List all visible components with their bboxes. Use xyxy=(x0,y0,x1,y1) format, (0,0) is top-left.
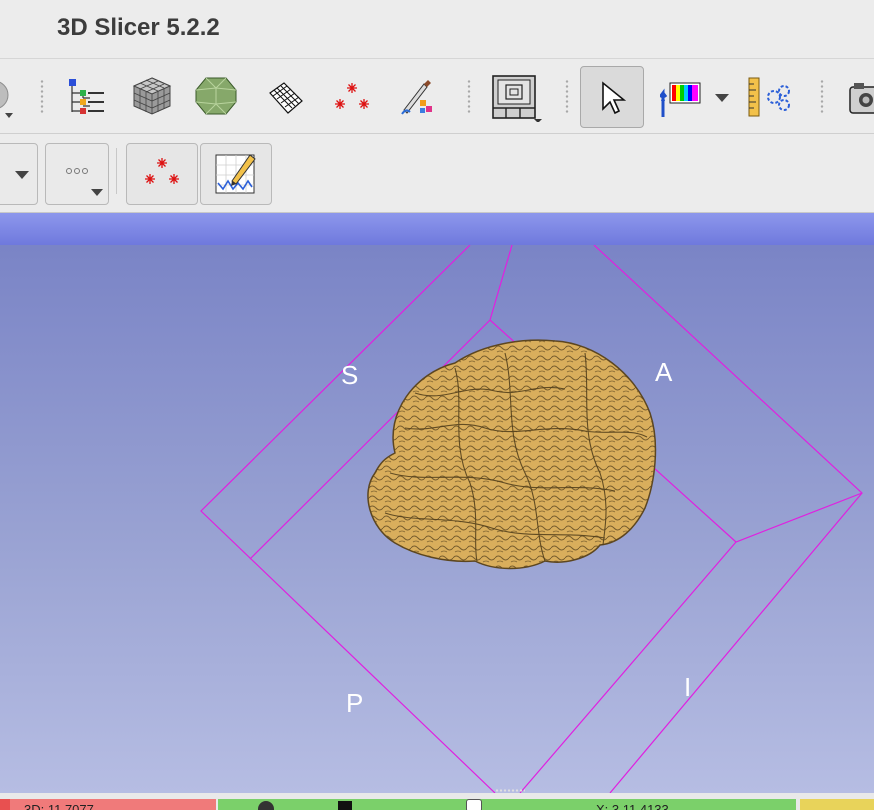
volumes-cube-icon[interactable] xyxy=(130,74,174,118)
window-title: 3D Slicer 5.2.2 xyxy=(57,14,220,41)
toolbar-grip[interactable] xyxy=(820,79,824,113)
data-tree-icon[interactable] xyxy=(66,76,108,118)
title-bar: 3D Slicer 5.2.2 xyxy=(0,0,874,59)
window-level-dropdown-icon[interactable] xyxy=(714,93,730,103)
partial-left-icon[interactable] xyxy=(0,75,16,125)
3d-view[interactable]: S A P I xyxy=(0,245,874,793)
main-toolbar xyxy=(0,59,874,134)
toolbar-grip[interactable] xyxy=(467,79,471,113)
orientation-label-posterior: P xyxy=(346,688,364,718)
markups-icon[interactable] xyxy=(330,79,374,117)
more-options-button[interactable] xyxy=(45,143,109,205)
screenshot-icon[interactable] xyxy=(848,79,874,119)
brain-model xyxy=(367,339,657,570)
mouse-mode-button[interactable] xyxy=(580,66,644,128)
module-selector-dropdown[interactable] xyxy=(0,143,38,205)
secondary-toolbar xyxy=(0,134,874,213)
status-segment-yellow xyxy=(800,799,874,810)
models-icon[interactable] xyxy=(194,74,240,118)
status-segment-green: X: 3 11.4133 xyxy=(218,799,796,810)
ruler-icon[interactable] xyxy=(746,76,764,118)
layout-icon[interactable] xyxy=(490,74,544,122)
status-segment-left: 3D: 11.7077 xyxy=(10,799,216,810)
status-slider-handle[interactable] xyxy=(466,799,482,810)
toolbar-grip[interactable] xyxy=(40,79,44,113)
status-circle-icon xyxy=(258,801,274,810)
segment-editor-icon[interactable] xyxy=(398,76,436,118)
markups-points-icon xyxy=(145,158,179,184)
transforms-icon[interactable] xyxy=(266,79,306,117)
status-segment-red xyxy=(0,799,10,810)
toolbar-grip[interactable] xyxy=(565,79,569,113)
status-bar: 3D: 11.7077 X: 3 11.4133 xyxy=(0,793,874,810)
orientation-label-superior: S xyxy=(341,360,359,390)
chevron-down-icon xyxy=(91,189,103,196)
window-level-icon[interactable] xyxy=(660,79,704,119)
mouse-pointer-icon xyxy=(602,81,626,115)
dropdown-arrow-icon xyxy=(15,171,29,179)
toolbar-divider xyxy=(116,148,117,194)
view-header-bar[interactable] xyxy=(0,213,874,245)
orientation-label-anterior: A xyxy=(655,357,673,387)
orientation-label-inferior: I xyxy=(684,672,692,702)
more-options-icon xyxy=(66,168,88,174)
markups-points-button[interactable] xyxy=(126,143,198,205)
crosshair-icon[interactable] xyxy=(764,81,792,113)
chart-edit-button[interactable] xyxy=(200,143,272,205)
status-left-text: 3D: 11.7077 xyxy=(24,802,94,810)
status-right-text: X: 3 11.4133 xyxy=(596,802,669,810)
chart-edit-icon xyxy=(215,154,256,194)
status-square-icon xyxy=(338,801,352,810)
